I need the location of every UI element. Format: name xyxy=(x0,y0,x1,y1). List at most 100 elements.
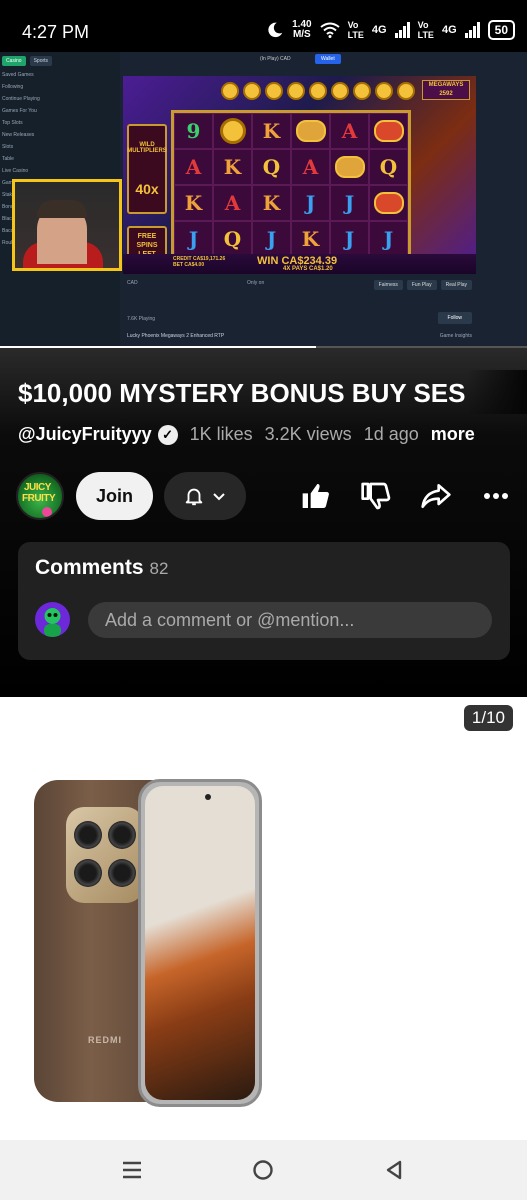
card-symbol: J xyxy=(174,221,213,257)
card-symbol: K xyxy=(174,185,213,221)
playing-count: 7.6K Playing xyxy=(127,316,156,322)
video-meta[interactable]: @JuicyFruityyy ✓ 1K likes 3.2K views 1d … xyxy=(18,424,475,445)
real-play-button: Real Play xyxy=(440,280,472,290)
avatar-dot xyxy=(42,507,52,517)
user-avatar-icon xyxy=(44,608,61,637)
channel-handle[interactable]: @JuicyFruityyy ✓ xyxy=(18,424,178,445)
back-button[interactable] xyxy=(382,1158,406,1182)
card-symbol: A xyxy=(291,149,330,185)
card-symbol: A xyxy=(213,185,252,221)
signal-icon xyxy=(464,22,480,38)
comments-heading: Comments 82 xyxy=(35,556,169,579)
card-symbol: J xyxy=(330,221,369,257)
sim2-network: 4G xyxy=(441,24,457,36)
coin-icon xyxy=(221,82,239,100)
streamer-webcam xyxy=(12,179,122,271)
comment-input[interactable]: Add a comment or @mention... xyxy=(88,602,492,638)
pig-symbol xyxy=(330,149,369,185)
card-symbol: A xyxy=(330,113,369,149)
megaways-counter: MEGAWAYS 2592 xyxy=(422,80,470,100)
coin-icon xyxy=(353,82,371,100)
coin-icon xyxy=(265,82,283,100)
verified-icon: ✓ xyxy=(157,424,178,445)
balance-display: (In Play) CAD xyxy=(260,56,291,62)
menu-icon xyxy=(123,1161,141,1179)
title-fade xyxy=(467,370,527,414)
more-options-button[interactable] xyxy=(478,478,514,514)
brand-logo: REDMI xyxy=(88,1035,122,1045)
ad-counter: 1/10 xyxy=(463,705,513,731)
casino-topbar: (In Play) CAD Wallet xyxy=(120,52,527,68)
coin-icon xyxy=(287,82,305,100)
game-footer: CAD Only on Fairness Fun Play Real Play … xyxy=(123,278,476,342)
casino-nav-item: New Releases xyxy=(2,132,35,138)
clock: 4:27 PM xyxy=(22,22,90,42)
casino-nav-item: Slots xyxy=(2,144,14,150)
system-nav-bar xyxy=(0,1140,527,1200)
camera-lens-icon xyxy=(108,821,136,849)
network-speed: 1.40 M/S xyxy=(292,19,312,40)
chevron-down-icon xyxy=(213,493,225,501)
camera-lens-icon xyxy=(74,821,102,849)
camera-lens-icon xyxy=(108,859,136,887)
sim1-volte: Vo LTE xyxy=(347,20,364,40)
status-icons: 1.40 M/S Vo LTE 4G Vo LTE 4G 50 xyxy=(266,20,515,40)
card-symbol: J xyxy=(330,185,369,221)
card-symbol: K xyxy=(291,221,330,257)
battery-icon: 50 xyxy=(487,20,515,40)
thumbs-up-icon xyxy=(302,484,329,508)
game-info-bar: CREDIT CA$19,171.26 BET CA$4.00 WIN CA$2… xyxy=(123,254,476,274)
card-symbol: J xyxy=(369,221,408,257)
reel-grid: 9KAAKQAQKAKJJJQJKJJ xyxy=(171,110,411,260)
card-symbol: A xyxy=(174,149,213,185)
like-button[interactable] xyxy=(298,478,334,514)
game-title: Lucky Phoenix Megaways 2 Enhanced RTP xyxy=(127,333,225,339)
only-on-label: Only on xyxy=(247,280,265,286)
lion-symbol xyxy=(369,113,408,149)
subscribe-bell-button[interactable] xyxy=(164,472,246,520)
casino-nav-item: Following xyxy=(2,84,24,90)
follow-button: Follow xyxy=(437,312,472,324)
ad-carousel[interactable]: 1/10 REDMI xyxy=(0,697,527,1140)
card-symbol: 9 xyxy=(174,113,213,149)
home-button[interactable] xyxy=(251,1158,275,1182)
casino-nav-item: Top Slots xyxy=(2,120,23,126)
casino-nav-item: Saved Games xyxy=(2,72,34,78)
more-link[interactable]: more xyxy=(431,424,475,445)
comments-panel[interactable]: Comments 82 Add a comment or @mention... xyxy=(18,542,510,660)
recent-apps-button[interactable] xyxy=(120,1158,144,1182)
dislike-button[interactable] xyxy=(358,478,394,514)
coin-icon xyxy=(243,82,261,100)
join-button[interactable]: Join xyxy=(76,472,153,520)
back-triangle-icon xyxy=(386,1160,402,1180)
camera-lens-icon xyxy=(74,859,102,887)
video-title[interactable]: $10,000 MYSTERY BONUS BUY SES xyxy=(18,378,527,409)
card-symbol: J xyxy=(252,221,291,257)
casino-nav-item: Table xyxy=(2,156,14,162)
sim2-volte: Vo LTE xyxy=(417,20,434,40)
credit-bet: CREDIT CA$19,171.26 BET CA$4.00 xyxy=(173,256,226,268)
currency-select: CAD xyxy=(127,280,138,286)
casino-nav-item: Continue Playing xyxy=(2,96,40,102)
video-player[interactable]: Casino Sports Saved Games Following Contin… xyxy=(0,52,527,348)
webcam-cap xyxy=(37,200,87,218)
sports-tab: Sports xyxy=(29,56,53,66)
views-count: 3.2K views xyxy=(264,424,352,444)
share-icon xyxy=(421,484,451,508)
thumbs-down-icon xyxy=(361,482,391,510)
share-button[interactable] xyxy=(418,478,454,514)
slot-game: MEGAWAYS 2592 WILD MULTIPLIERS 40x FREE … xyxy=(123,76,476,274)
upload-age: 1d ago xyxy=(363,424,419,444)
user-avatar xyxy=(35,602,70,637)
signal-icon xyxy=(394,22,410,38)
coin-icon xyxy=(331,82,349,100)
channel-avatar[interactable]: JUICY FRUITY xyxy=(16,472,64,520)
home-circle-icon xyxy=(253,1160,273,1180)
camera-module xyxy=(66,807,144,903)
sim1-network: 4G xyxy=(371,24,387,36)
card-symbol: J xyxy=(291,185,330,221)
video-info: $10,000 MYSTERY BONUS BUY SES @JuicyFrui… xyxy=(0,348,527,698)
likes-count: 1K likes xyxy=(189,424,253,444)
coin-icon xyxy=(309,82,327,100)
card-symbol: Q xyxy=(213,221,252,257)
